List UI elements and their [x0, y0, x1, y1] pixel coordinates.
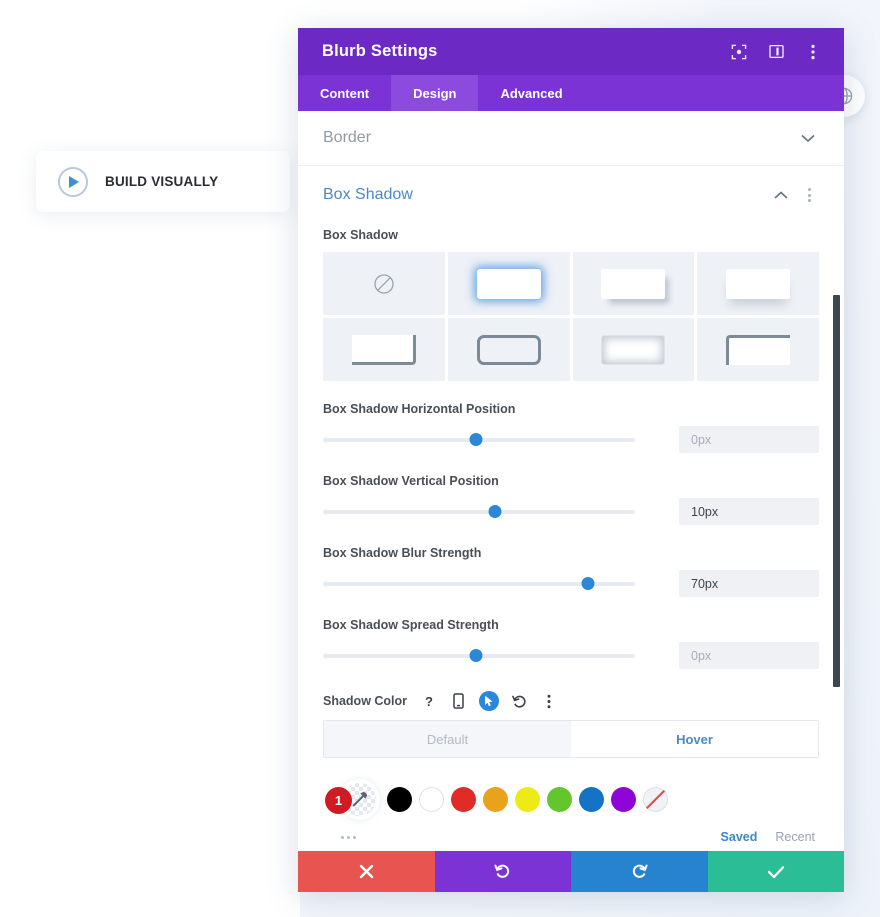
slider-label-vertical: Box Shadow Vertical Position: [323, 474, 499, 488]
swatch-blue[interactable]: [579, 786, 604, 812]
box-shadow-group-label: Box Shadow: [323, 228, 399, 242]
shadow-color-label: Shadow Color: [323, 694, 408, 708]
save-button[interactable]: [707, 851, 844, 892]
preset-corner[interactable]: [323, 318, 445, 381]
reset-undo-icon[interactable]: [511, 693, 528, 710]
section-box-shadow[interactable]: Box Shadow: [298, 166, 844, 224]
play-circle-icon: [58, 166, 88, 197]
slider-knob[interactable]: [469, 433, 483, 446]
shadow-color-icon-group: ?: [421, 691, 557, 711]
slider-blur[interactable]: [323, 577, 635, 591]
box-shadow-preset-grid: [323, 252, 819, 381]
swatch-count-badge: 1: [325, 787, 352, 814]
ellipsis-icon[interactable]: [341, 835, 356, 839]
recent-link[interactable]: Recent: [775, 830, 815, 844]
swatch-green[interactable]: [547, 786, 572, 812]
modal-body: Border Box Shadow Box Shadow Box Shadow …: [298, 111, 844, 851]
shadow-color-row: Shadow Color ?: [323, 691, 819, 711]
mobile-device-icon[interactable]: [450, 693, 467, 710]
slider-row-blur: 70px: [323, 570, 819, 597]
tab-advanced[interactable]: Advanced: [478, 75, 584, 111]
preset-glow[interactable]: [447, 252, 570, 315]
focus-target-icon[interactable]: [730, 43, 748, 61]
header-icon-group: [730, 43, 822, 61]
slider-label-blur: Box Shadow Blur Strength: [323, 546, 482, 560]
slider-row-horizontal: 0px: [323, 426, 819, 453]
build-visually-label: BUILD VISUALLY: [105, 174, 219, 189]
slider-knob[interactable]: [488, 505, 502, 518]
chevron-down-icon[interactable]: [800, 130, 816, 146]
color-picker-control[interactable]: 1: [325, 780, 376, 818]
preset-none[interactable]: [323, 252, 445, 315]
slider-knob[interactable]: [469, 649, 483, 662]
value-input-blur[interactable]: 70px: [679, 570, 819, 597]
slider-row-spread: 0px: [323, 642, 819, 669]
slider-knob[interactable]: [581, 577, 595, 590]
color-swatch-row: 1: [323, 780, 819, 818]
slider-label-horizontal: Box Shadow Horizontal Position: [323, 402, 516, 416]
swatch-red[interactable]: [451, 786, 476, 812]
kebab-menu-icon[interactable]: [804, 43, 822, 61]
preset-soft-bottom[interactable]: [697, 252, 819, 315]
box-shadow-panel: Box Shadow Box Shadow Horizontal Positio…: [298, 228, 844, 848]
page-background-left: [0, 0, 300, 917]
preset-drop[interactable]: [572, 252, 695, 315]
slider-row-vertical: 10px: [323, 498, 819, 525]
value-input-spread[interactable]: 0px: [679, 642, 819, 669]
chevron-up-icon[interactable]: [773, 187, 789, 203]
swatch-purple[interactable]: [611, 786, 636, 812]
build-visually-card[interactable]: BUILD VISUALLY: [36, 151, 290, 212]
slider-label-spread: Box Shadow Spread Strength: [323, 618, 499, 632]
tab-content[interactable]: Content: [298, 75, 391, 111]
swatch-orange[interactable]: [483, 786, 508, 812]
swatch-black[interactable]: [387, 786, 412, 812]
state-tab-hover[interactable]: Hover: [571, 721, 818, 757]
layout-columns-icon[interactable]: [767, 43, 785, 61]
slider-spread[interactable]: [323, 649, 635, 663]
blurb-settings-modal: Blurb Settings Content Design Advanced B…: [298, 28, 844, 892]
kebab-menu-icon[interactable]: [540, 693, 557, 710]
cancel-button[interactable]: [298, 851, 435, 892]
section-border-title: Border: [323, 129, 372, 146]
value-input-horizontal[interactable]: 0px: [679, 426, 819, 453]
tab-design[interactable]: Design: [391, 75, 479, 111]
redo-button[interactable]: [571, 851, 708, 892]
modal-tabs: Content Design Advanced: [298, 75, 844, 111]
state-tab-default[interactable]: Default: [324, 721, 571, 757]
saved-recent-row: Saved Recent: [323, 826, 819, 848]
slider-vertical[interactable]: [323, 505, 635, 519]
saved-link[interactable]: Saved: [721, 830, 758, 844]
modal-footer: [298, 851, 844, 892]
swatch-white[interactable]: [419, 786, 444, 812]
value-input-vertical[interactable]: 10px: [679, 498, 819, 525]
preset-top-left[interactable]: [697, 318, 819, 381]
page-title: Blurb Settings: [322, 42, 438, 60]
kebab-menu-icon[interactable]: [802, 186, 816, 204]
preset-outline[interactable]: [447, 318, 570, 381]
cursor-pointer-icon[interactable]: [479, 691, 500, 711]
state-toggle: Default Hover: [323, 720, 819, 758]
help-question-icon[interactable]: ?: [421, 693, 438, 710]
saved-recent-links: Saved Recent: [721, 830, 815, 844]
slider-track: [323, 509, 635, 514]
swatch-yellow[interactable]: [515, 786, 540, 812]
section-box-shadow-title: Box Shadow: [323, 186, 413, 203]
modal-header: Blurb Settings: [298, 28, 844, 75]
section-border[interactable]: Border: [298, 111, 844, 166]
undo-button[interactable]: [434, 851, 571, 892]
panel-scrollbar[interactable]: [833, 295, 840, 687]
swatch-transparent[interactable]: [643, 786, 668, 812]
slider-horizontal[interactable]: [323, 433, 635, 447]
svg-text:?: ?: [425, 694, 433, 709]
preset-inner[interactable]: [572, 318, 695, 381]
